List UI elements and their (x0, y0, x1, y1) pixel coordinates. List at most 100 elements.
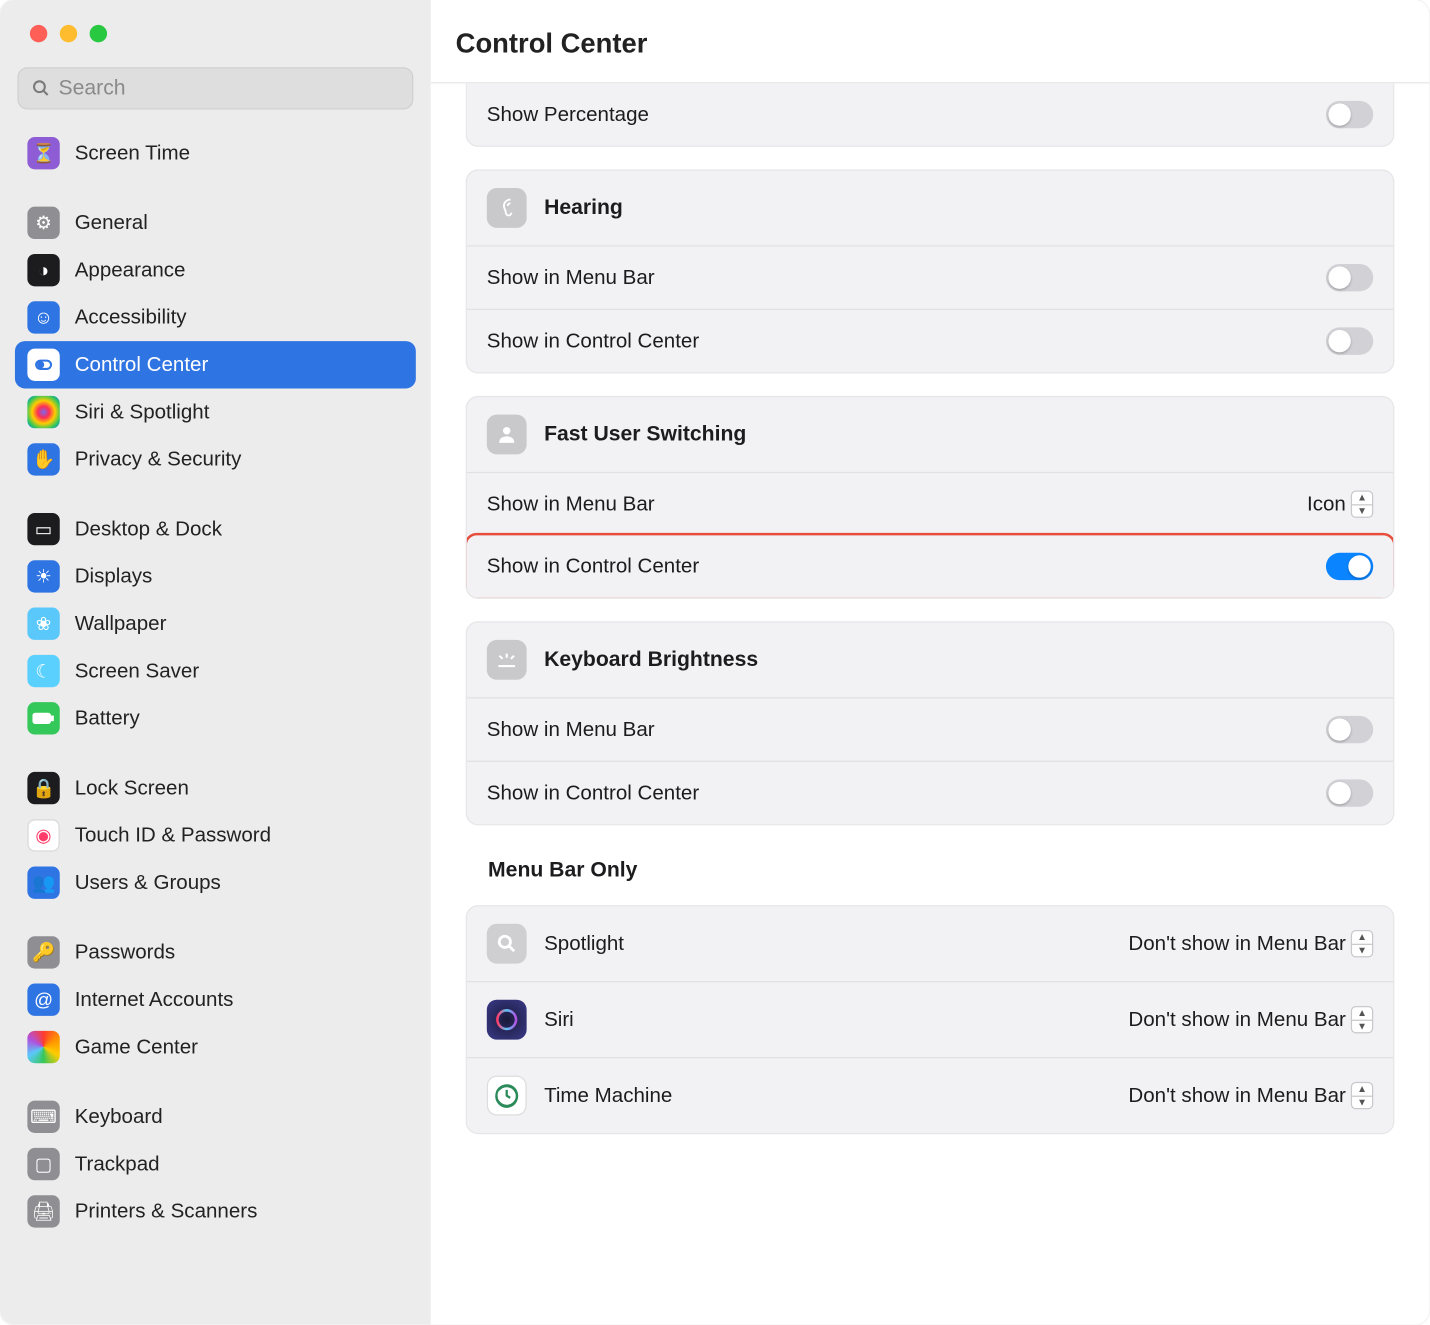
row-label: Siri (544, 1008, 574, 1032)
dropdown-fus-menu-bar[interactable]: Icon ▲▼ (1307, 491, 1373, 518)
content-pane: Control Center Show Percentage Hearing (431, 0, 1429, 1325)
stepper-icon: ▲▼ (1351, 1082, 1373, 1109)
siri-icon (27, 396, 59, 428)
sidebar-item-keyboard[interactable]: ⌨ Keyboard (15, 1093, 416, 1140)
sidebar-item-appearance[interactable]: ◑ Appearance (15, 247, 416, 294)
stepper-icon: ▲▼ (1351, 491, 1373, 518)
group-keyboard-brightness: Keyboard Brightness Show in Menu Bar Sho… (466, 621, 1395, 825)
row-label: Show in Menu Bar (487, 718, 655, 742)
group-title: Fast User Switching (544, 422, 746, 447)
group-header-kb: Keyboard Brightness (467, 623, 1393, 699)
sidebar-item-label: Internet Accounts (75, 988, 234, 1012)
row-label: Show in Menu Bar (487, 266, 655, 290)
dropdown-siri[interactable]: Don't show in Menu Bar ▲▼ (1128, 1006, 1373, 1033)
sidebar-item-trackpad[interactable]: ▢ Trackpad (15, 1140, 416, 1187)
toggle-kb-control-center[interactable] (1326, 779, 1373, 806)
toggle-fus-control-center[interactable] (1326, 553, 1373, 580)
sidebar-item-touch-id[interactable]: ◉ Touch ID & Password (15, 812, 416, 859)
group-header-hearing: Hearing (467, 171, 1393, 247)
moon-icon: ☾ (27, 655, 59, 687)
fingerprint-icon: ◉ (27, 819, 59, 851)
sidebar-item-accessibility[interactable]: ☺ Accessibility (15, 294, 416, 341)
close-window-button[interactable] (30, 25, 47, 42)
group-battery-partial: Show Percentage (466, 83, 1395, 146)
row-label: Spotlight (544, 932, 624, 956)
row-hearing-menu-bar: Show in Menu Bar (467, 247, 1393, 309)
minimize-window-button[interactable] (60, 25, 77, 42)
section-title-menu-bar-only: Menu Bar Only (488, 858, 1394, 883)
dropdown-spotlight[interactable]: Don't show in Menu Bar ▲▼ (1128, 930, 1373, 957)
content-body: Show Percentage Hearing Show in Menu Bar (431, 83, 1429, 1324)
key-icon: 🔑 (27, 936, 59, 968)
search-input[interactable] (59, 76, 400, 101)
accessibility-icon: ☺ (27, 301, 59, 333)
sidebar-item-label: Screen Time (75, 141, 190, 165)
trackpad-icon: ▢ (27, 1148, 59, 1180)
user-switch-icon (487, 415, 527, 455)
sidebar-item-control-center[interactable]: Control Center (15, 341, 416, 388)
settings-window: ⏳ Screen Time ⚙ General ◑ Appearance ☺ A… (0, 0, 1429, 1325)
row-show-percentage: Show Percentage (467, 83, 1393, 145)
sidebar-item-displays[interactable]: ☀ Displays (15, 553, 416, 600)
hand-icon: ✋ (27, 443, 59, 475)
keyboard-brightness-icon (487, 640, 527, 680)
dropdown-time-machine[interactable]: Don't show in Menu Bar ▲▼ (1128, 1082, 1373, 1109)
row-label: Show in Control Center (487, 781, 699, 805)
group-hearing: Hearing Show in Menu Bar Show in Control… (466, 169, 1395, 373)
sidebar-item-internet-accounts[interactable]: @ Internet Accounts (15, 976, 416, 1023)
sidebar-item-general[interactable]: ⚙ General (15, 199, 416, 246)
sidebar: ⏳ Screen Time ⚙ General ◑ Appearance ☺ A… (0, 0, 431, 1325)
sidebar-item-label: Printers & Scanners (75, 1200, 258, 1224)
sidebar-item-label: Keyboard (75, 1105, 163, 1129)
sidebar-item-label: Privacy & Security (75, 448, 242, 472)
battery-icon (27, 702, 59, 734)
sidebar-item-label: Users & Groups (75, 871, 221, 895)
sidebar-item-game-center[interactable]: Game Center (15, 1023, 416, 1070)
sidebar-item-printers[interactable]: 🖨 Printers & Scanners (15, 1188, 416, 1235)
row-spotlight: Spotlight Don't show in Menu Bar ▲▼ (467, 906, 1393, 981)
toggle-show-percentage[interactable] (1326, 101, 1373, 128)
fullscreen-window-button[interactable] (90, 25, 107, 42)
sidebar-item-desktop-dock[interactable]: ▭ Desktop & Dock (15, 505, 416, 552)
siri-icon (487, 1000, 527, 1040)
sidebar-item-label: Lock Screen (75, 776, 189, 800)
search-field[interactable] (17, 67, 413, 109)
toggle-hearing-control-center[interactable] (1326, 327, 1373, 354)
sidebar-item-siri-spotlight[interactable]: Siri & Spotlight (15, 388, 416, 435)
sidebar-item-screen-time[interactable]: ⏳ Screen Time (15, 129, 416, 176)
group-title: Keyboard Brightness (544, 647, 758, 672)
row-label: Show Percentage (487, 103, 649, 127)
group-header-fus: Fast User Switching (467, 397, 1393, 473)
group-title: Hearing (544, 195, 623, 220)
game-center-icon (27, 1031, 59, 1063)
sidebar-item-label: General (75, 211, 148, 235)
users-icon: 👥 (27, 867, 59, 899)
sidebar-item-passwords[interactable]: 🔑 Passwords (15, 929, 416, 976)
row-label: Show in Control Center (487, 555, 699, 579)
sidebar-item-label: Appearance (75, 258, 186, 282)
sidebar-item-label: Accessibility (75, 306, 187, 330)
dropdown-value: Don't show in Menu Bar (1128, 1008, 1345, 1032)
sidebar-item-label: Siri & Spotlight (75, 400, 210, 424)
row-fus-control-center: Show in Control Center (466, 533, 1395, 599)
hourglass-icon: ⏳ (27, 137, 59, 169)
sidebar-item-label: Displays (75, 565, 153, 589)
sidebar-item-label: Trackpad (75, 1152, 160, 1176)
sidebar-item-wallpaper[interactable]: ❀ Wallpaper (15, 600, 416, 647)
row-label: Time Machine (544, 1084, 672, 1108)
group-menu-bar-only: Spotlight Don't show in Menu Bar ▲▼ Siri (466, 905, 1395, 1134)
sidebar-item-screen-saver[interactable]: ☾ Screen Saver (15, 647, 416, 694)
row-hearing-control-center: Show in Control Center (467, 309, 1393, 372)
sidebar-item-users-groups[interactable]: 👥 Users & Groups (15, 859, 416, 906)
row-label: Show in Control Center (487, 329, 699, 353)
appearance-icon: ◑ (27, 254, 59, 286)
spotlight-icon (487, 924, 527, 964)
sidebar-item-lock-screen[interactable]: 🔒 Lock Screen (15, 764, 416, 811)
toggle-hearing-menu-bar[interactable] (1326, 264, 1373, 291)
row-kb-menu-bar: Show in Menu Bar (467, 698, 1393, 760)
sidebar-item-privacy-security[interactable]: ✋ Privacy & Security (15, 436, 416, 483)
toggle-kb-menu-bar[interactable] (1326, 716, 1373, 743)
sidebar-item-battery[interactable]: Battery (15, 695, 416, 742)
stepper-icon: ▲▼ (1351, 1006, 1373, 1033)
gear-icon: ⚙ (27, 207, 59, 239)
